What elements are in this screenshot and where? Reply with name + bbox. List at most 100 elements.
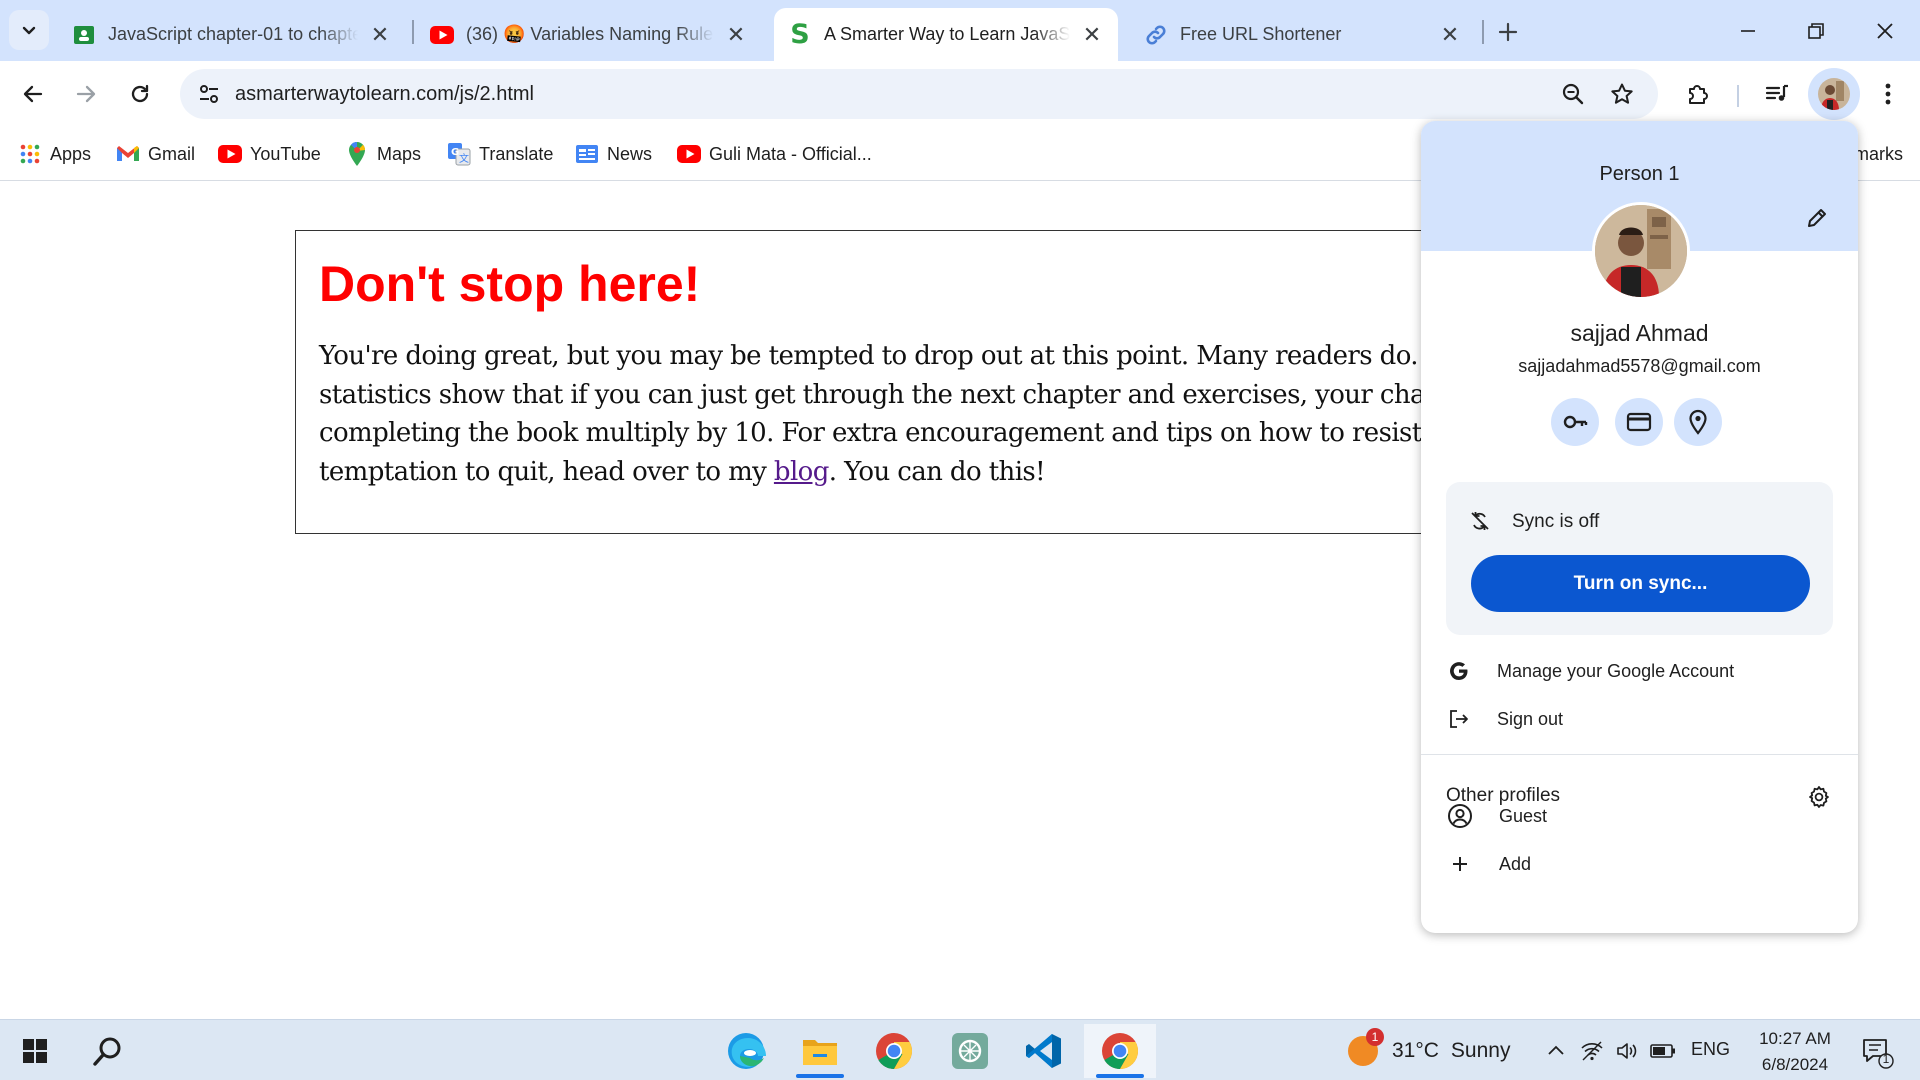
new-tab-button[interactable] (1490, 14, 1526, 50)
file-explorer-icon (803, 1040, 837, 1065)
toolbar-separator (1737, 85, 1739, 107)
start-button[interactable] (0, 1024, 70, 1078)
tab-url-shortener[interactable]: Free URL Shortener ✕ (1130, 8, 1476, 61)
account-name: sajjad Ahmad (1570, 320, 1709, 346)
taskbar-chatgpt[interactable] (934, 1024, 1006, 1078)
divider (1421, 754, 1858, 755)
chrome-menu-button[interactable] (1868, 74, 1908, 114)
media-control-button[interactable] (1757, 74, 1797, 114)
battery-tray-icon[interactable] (1648, 1036, 1678, 1066)
page-heading: Don't stop here! (319, 256, 701, 312)
bookmark-label: News (607, 143, 653, 164)
menu-item-label: Manage your Google Account (1497, 660, 1735, 681)
bookmark-apps[interactable]: Apps (18, 138, 91, 170)
link-icon (1144, 23, 1168, 47)
chrome-icon (1102, 1033, 1139, 1069)
tab-title: Free URL Shortener (1180, 24, 1342, 44)
tab-title: JavaScript chapter-01 to chapter (108, 24, 358, 44)
taskbar-file-explorer[interactable] (784, 1024, 856, 1078)
close-window-button[interactable] (1851, 0, 1919, 61)
volume-tray-icon[interactable] (1612, 1036, 1642, 1066)
bookmark-translate[interactable]: G文 Translate (447, 138, 553, 170)
bookmark-label: marks (1854, 143, 1903, 164)
weather-widget[interactable]: 1 31°C Sunny (1348, 1028, 1510, 1068)
sign-out[interactable]: Sign out (1421, 697, 1858, 741)
bookmark-maps[interactable]: Maps (345, 138, 421, 170)
apps-grid-icon (18, 142, 42, 166)
bookmark-label: Maps (377, 143, 422, 164)
site-info-button[interactable] (192, 77, 226, 111)
search-button[interactable] (72, 1024, 144, 1078)
sync-status: Sync is off (1512, 511, 1600, 532)
sync-off-icon (1467, 508, 1493, 534)
extensions-button[interactable] (1679, 74, 1719, 114)
profile-button[interactable] (1808, 68, 1860, 120)
close-icon[interactable]: ✕ (1080, 22, 1104, 47)
wifi-icon (1581, 1041, 1603, 1061)
network-tray-icon[interactable] (1577, 1036, 1607, 1066)
close-icon[interactable]: ✕ (724, 22, 748, 47)
bookmark-label: Guli Mata - Official... (709, 143, 872, 164)
encouragement-text: You're doing great, but you may be tempt… (319, 337, 1549, 491)
all-bookmarks-button[interactable]: marks (1854, 138, 1903, 170)
google-g-icon (1446, 658, 1472, 684)
bookmark-star-button[interactable] (1606, 78, 1638, 110)
turn-on-sync-button[interactable]: Turn on sync... (1471, 555, 1810, 612)
tab-strip: JavaScript chapter-01 to chapter ✕ (36) … (0, 0, 1920, 61)
news-icon (575, 142, 599, 166)
zoom-button[interactable] (1557, 78, 1589, 110)
restore-button[interactable] (1782, 0, 1850, 61)
payment-methods-button[interactable] (1615, 398, 1663, 446)
reload-button[interactable] (120, 74, 160, 114)
addresses-button[interactable] (1674, 398, 1722, 446)
close-icon[interactable]: ✕ (1438, 22, 1462, 47)
bookmark-gmail[interactable]: Gmail (116, 138, 195, 170)
tab-smarter-way[interactable]: S A Smarter Way to Learn JavaScript ✕ (774, 8, 1118, 61)
zoom-out-icon (1562, 83, 1584, 105)
edit-profile-button[interactable] (1802, 203, 1832, 233)
chatgpt-icon (952, 1033, 988, 1069)
profile-label: Add (1499, 853, 1532, 874)
taskbar-chrome-open[interactable] (1084, 1024, 1156, 1078)
tab-search-button[interactable] (9, 10, 49, 50)
system-clock[interactable]: 10:27 AM 6/8/2024 (1740, 1026, 1850, 1078)
minimize-button[interactable] (1714, 0, 1782, 61)
passwords-button[interactable] (1551, 398, 1599, 446)
notification-center-button[interactable]: 1 (1858, 1035, 1896, 1069)
google-classroom-icon (72, 23, 96, 47)
sync-card: Sync is off Turn on sync... (1446, 482, 1833, 635)
bookmark-news[interactable]: News (575, 138, 652, 170)
bookmark-label: Apps (50, 143, 92, 164)
taskbar-chrome[interactable] (858, 1024, 930, 1078)
bookmark-youtube[interactable]: YouTube (218, 138, 321, 170)
add-profile[interactable]: Add (1421, 842, 1858, 886)
svg-text:G: G (451, 147, 459, 158)
blog-link[interactable]: blog (774, 457, 829, 487)
search-icon (93, 1037, 121, 1066)
forward-button[interactable] (66, 74, 106, 114)
sign-out-icon (1446, 706, 1472, 732)
url-text[interactable]: asmarterwaytolearn.com/js/2.html (235, 83, 534, 106)
taskbar-edge[interactable] (710, 1024, 782, 1078)
tab-separator (412, 20, 414, 44)
bookmark-label: Translate (479, 143, 554, 164)
vscode-icon (1026, 1034, 1061, 1068)
star-icon (1611, 83, 1633, 104)
show-hidden-icons-button[interactable] (1541, 1036, 1571, 1066)
language-indicator[interactable]: ENG (1691, 1039, 1730, 1060)
taskbar-vscode[interactable] (1008, 1024, 1080, 1078)
guest-profile[interactable]: Guest (1421, 794, 1858, 838)
close-icon[interactable]: ✕ (368, 22, 392, 47)
address-bar[interactable]: asmarterwaytolearn.com/js/2.html (180, 69, 1658, 119)
manage-google-account[interactable]: Manage your Google Account (1421, 649, 1858, 693)
body-text-part: . You can do this! (828, 456, 1046, 487)
tune-icon (200, 85, 218, 103)
bookmark-guli-mata[interactable]: Guli Mata - Official... (677, 138, 872, 170)
bookmark-label: YouTube (250, 143, 321, 164)
svg-text:文: 文 (459, 152, 469, 165)
tab-javascript-chapter[interactable]: JavaScript chapter-01 to chapter ✕ (58, 8, 406, 61)
profile-label: Guest (1499, 805, 1548, 826)
tab-variables-naming[interactable]: (36) 🤬 Variables Naming Rules ✕ (416, 8, 762, 61)
back-button[interactable] (13, 74, 53, 114)
youtube-icon (677, 142, 701, 166)
